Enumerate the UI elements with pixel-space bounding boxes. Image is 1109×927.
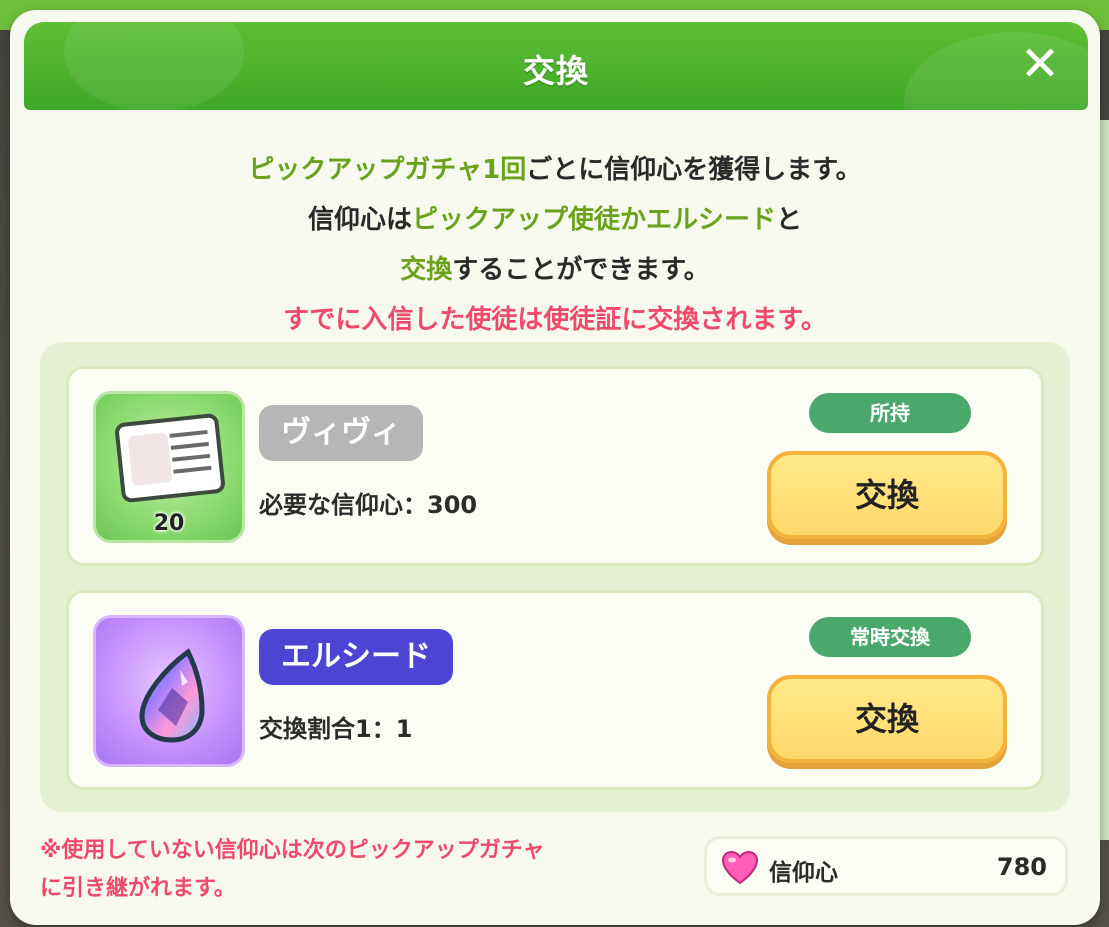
dialog-title: 交換	[522, 52, 589, 90]
gacha-highlight: ピックアップガチャ1回	[248, 155, 527, 185]
exchange-button[interactable]: 交換	[767, 451, 1007, 539]
description-line-2: 信仰心はピックアップ使徒かエルシードと	[10, 195, 1100, 245]
elseed-gem-icon	[93, 615, 245, 767]
close-icon[interactable]: ✕	[1018, 40, 1062, 88]
exchange-highlight: 交換	[400, 255, 453, 285]
balance-label: 信仰心	[769, 860, 838, 886]
portrait	[127, 432, 173, 487]
note-line: に引き継がれます。	[40, 876, 236, 901]
apostle-card-icon: 20	[93, 391, 245, 543]
balance-value: 780	[996, 853, 1047, 881]
description-line-1: ピックアップガチャ1回ごとに信仰心を獲得します。	[10, 145, 1100, 195]
exchange-item-card: 20 ヴィヴィ 必要な信仰心：300 所持 交換	[66, 366, 1044, 566]
exchange-item-card: エルシード 交換割合1：1 常時交換 交換	[66, 590, 1044, 790]
item-count: 20	[153, 511, 185, 536]
description-line-3: 交換することができます。	[10, 245, 1100, 295]
faith-balance: 信仰心 780	[704, 836, 1068, 896]
ticket-text-lines	[169, 429, 208, 438]
exchange-list: 20 ヴィヴィ 必要な信仰心：300 所持 交換 エルシード 交換割合1：1 常…	[40, 342, 1070, 812]
gem-graphic	[139, 648, 205, 743]
description-text: することができます。	[452, 255, 710, 285]
note-line: ※使用していない信仰心は次のピックアップガチャ	[40, 838, 545, 863]
description: ピックアップガチャ1回ごとに信仰心を獲得します。 信仰心はピックアップ使徒かエル…	[10, 145, 1100, 345]
exchange-button[interactable]: 交換	[767, 675, 1007, 763]
description-text: 信仰心は	[307, 205, 412, 235]
always-exchange-tag: 常時交換	[809, 617, 971, 657]
item-name-badge: エルシード	[259, 629, 453, 685]
description-text: ごとに信仰心を獲得します。	[526, 155, 862, 185]
owned-tag: 所持	[809, 393, 971, 433]
item-detail: 交換割合1：1	[259, 715, 413, 743]
exchange-dialog: 交換 ✕ ピックアップガチャ1回ごとに信仰心を獲得します。 信仰心はピックアップ…	[10, 10, 1100, 925]
description-warning: すでに入信した使徒は使徒証に交換されます。	[283, 305, 827, 335]
heart-icon	[721, 851, 759, 885]
dialog-header: 交換 ✕	[24, 22, 1088, 110]
description-text: と	[776, 205, 803, 235]
item-detail: 必要な信仰心：300	[259, 491, 478, 519]
apostle-ticket-graphic	[114, 412, 226, 504]
carryover-note: ※使用していない信仰心は次のピックアップガチャ に引き継がれます。	[40, 832, 545, 908]
reward-highlight: ピックアップ使徒かエルシード	[411, 205, 776, 235]
item-name-badge: ヴィヴィ	[259, 405, 423, 461]
